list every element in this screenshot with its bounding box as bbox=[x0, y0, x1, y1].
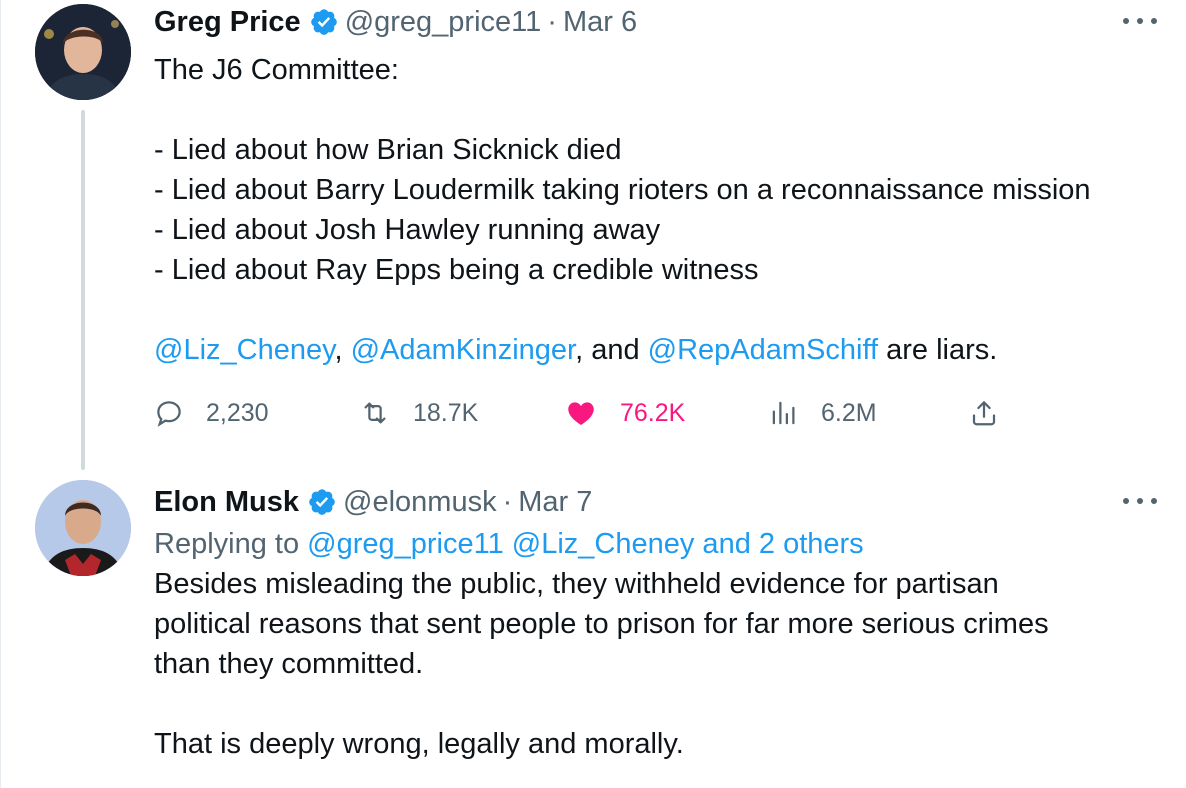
view-count: 6.2M bbox=[821, 398, 877, 427]
verified-badge-icon bbox=[310, 9, 337, 35]
tweet-header: Greg Price @greg_price11 · Mar 6 bbox=[154, 0, 1157, 44]
mentions-line: @Liz_Cheney, @AdamKinzinger, and @RepAda… bbox=[154, 334, 997, 366]
tweet-text: The J6 Committee: - Lied about how Brian… bbox=[154, 50, 1157, 370]
reply-icon bbox=[157, 401, 181, 427]
author-name[interactable]: Elon Musk bbox=[154, 486, 299, 519]
share-button[interactable] bbox=[969, 388, 999, 438]
reply-button[interactable]: 2,230 bbox=[154, 388, 269, 438]
heart-icon bbox=[568, 402, 594, 425]
reply-count: 2,230 bbox=[206, 398, 269, 427]
tweet[interactable]: Greg Price @greg_price11 · Mar 6 The J6 … bbox=[1, 0, 1186, 470]
mention-link[interactable]: @RepAdamSchiff bbox=[648, 334, 878, 366]
tweet-date[interactable]: Mar 7 bbox=[518, 486, 592, 519]
avatar[interactable] bbox=[35, 4, 131, 100]
tweet-content: Elon Musk @elonmusk · Mar 7 Replying to … bbox=[154, 480, 1157, 764]
avatar[interactable] bbox=[35, 480, 131, 576]
text-line: The J6 Committee: bbox=[154, 54, 399, 86]
tweet-content: Greg Price @greg_price11 · Mar 6 The J6 … bbox=[154, 0, 1157, 370]
mention-link[interactable]: @AdamKinzinger bbox=[351, 334, 576, 366]
text-line: - Lied about how Brian Sicknick died bbox=[154, 134, 622, 166]
tweet-date[interactable]: Mar 6 bbox=[563, 6, 637, 39]
replying-prefix: Replying to bbox=[154, 528, 308, 560]
retweet-icon bbox=[364, 402, 386, 424]
more-options-icon[interactable] bbox=[1123, 6, 1157, 36]
views-icon bbox=[772, 401, 795, 425]
reply-targets-link[interactable]: @greg_price11 @Liz_Cheney and 2 others bbox=[307, 528, 864, 560]
text-fragment: are liars. bbox=[878, 334, 998, 366]
tweet-thread: Greg Price @greg_price11 · Mar 6 The J6 … bbox=[0, 0, 1186, 788]
like-count: 76.2K bbox=[620, 398, 686, 427]
text-line: - Lied about Ray Epps being a credible w… bbox=[154, 254, 759, 286]
verified-badge-icon bbox=[309, 489, 335, 515]
author-handle[interactable]: @elonmusk bbox=[343, 486, 497, 519]
retweet-count: 18.7K bbox=[413, 398, 479, 427]
text-fragment: , and bbox=[575, 334, 648, 366]
more-options-icon[interactable] bbox=[1123, 486, 1157, 516]
tweet-text: Besides misleading the public, they with… bbox=[154, 568, 1049, 760]
mention-link[interactable]: @Liz_Cheney bbox=[154, 334, 334, 366]
author-handle[interactable]: @greg_price11 bbox=[345, 6, 542, 39]
text-line: - Lied about Barry Loudermilk taking rio… bbox=[154, 174, 1091, 206]
share-icon bbox=[972, 401, 996, 426]
retweet-button[interactable]: 18.7K bbox=[359, 388, 478, 438]
author-name[interactable]: Greg Price bbox=[154, 6, 301, 39]
separator-dot: · bbox=[547, 5, 557, 38]
separator-dot: · bbox=[502, 485, 513, 518]
text-line: - Lied about Josh Hawley running away bbox=[154, 214, 661, 246]
like-button[interactable]: 76.2K bbox=[564, 388, 685, 438]
tweet-actions: 2,230 18.7K 76.2K 6.2M bbox=[154, 388, 1014, 438]
views-button[interactable]: 6.2M bbox=[769, 388, 877, 438]
thread-connector bbox=[81, 110, 85, 470]
text-fragment: , bbox=[334, 334, 351, 366]
tweet[interactable]: Elon Musk @elonmusk · Mar 7 Replying to … bbox=[1, 470, 1186, 788]
tweet-header: Elon Musk @elonmusk · Mar 7 bbox=[154, 480, 1157, 524]
replying-to: Replying to @greg_price11 @Liz_Cheney an… bbox=[154, 524, 1157, 564]
